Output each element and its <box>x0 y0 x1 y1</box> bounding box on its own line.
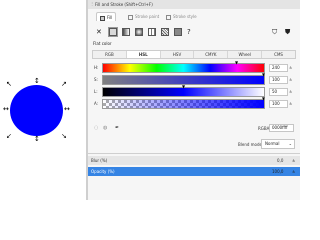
hue-value-field[interactable]: 240 <box>269 64 288 72</box>
drawing-canvas[interactable]: ↖ ↕ ↗ ↔ ↔ ↙ ↕ ↘ <box>0 0 86 200</box>
blend-mode-label: Blend mode: <box>238 142 264 147</box>
saturation-slider-row: S: ▼ 100 ± <box>92 73 296 86</box>
stroke-style-tab-icon <box>166 14 171 20</box>
opacity-label: Opacity (%) <box>91 169 115 174</box>
tab-fill[interactable]: Fill <box>96 12 117 21</box>
alpha-slider[interactable] <box>102 99 265 109</box>
selected-circle[interactable] <box>10 85 63 136</box>
alpha-slider-row: A: ▼ 100 ± <box>92 97 296 110</box>
saturation-label: S: <box>94 77 98 82</box>
flat-color-label: Flat color <box>93 41 112 46</box>
fill-rule-evenodd-icon[interactable]: ⛉ <box>272 29 277 36</box>
mesh-gradient-icon[interactable] <box>148 28 156 36</box>
paint-type-bar: ✕ ? ⛉ ⛊ <box>88 26 300 38</box>
lightness-slider-row: L: ▼ 50 ± <box>92 85 296 98</box>
tab-fill-label: Fill <box>107 15 113 20</box>
hue-slider-row: H: ▼ 240 ± <box>92 61 296 74</box>
scale-handle-top-right-icon[interactable]: ↗ <box>61 81 67 88</box>
blur-value[interactable]: 0,0 <box>277 156 283 165</box>
dialog-title: Fill and Stroke (Shift+Ctrl+F) <box>88 0 300 9</box>
mode-cms[interactable]: CMS <box>262 51 295 58</box>
alpha-marker-icon[interactable]: ▼ <box>262 97 265 101</box>
pattern-icon[interactable] <box>161 28 169 36</box>
scale-handle-bottom-right-icon[interactable]: ↘ <box>61 133 67 140</box>
scale-handle-left-icon[interactable]: ↔ <box>3 106 9 113</box>
swatch-icon[interactable] <box>174 28 182 36</box>
mode-rgb[interactable]: RGB <box>93 51 127 58</box>
no-paint-icon[interactable]: ✕ <box>96 29 102 36</box>
lightness-value-field[interactable]: 50 <box>269 88 288 96</box>
opacity-value[interactable]: 100,0 <box>272 167 283 176</box>
flat-color-icon[interactable] <box>109 28 117 36</box>
saturation-stepper-icon[interactable]: ± <box>289 77 292 82</box>
lightness-label: L: <box>94 89 98 94</box>
scale-handle-bottom-icon[interactable]: ↕ <box>34 136 40 143</box>
tab-stroke-paint-label: Stroke paint <box>135 14 160 19</box>
scale-handle-right-icon[interactable]: ↔ <box>64 106 70 113</box>
alpha-stepper-icon[interactable]: ± <box>289 101 292 106</box>
fill-rule-nonzero-icon[interactable]: ⛊ <box>285 29 290 36</box>
saturation-value-field[interactable]: 100 <box>269 76 288 84</box>
eyedropper-icon[interactable]: ✒ <box>115 125 119 131</box>
opacity-stepper-icon[interactable]: ± <box>292 167 295 176</box>
tab-stroke-style[interactable]: Stroke style <box>166 12 197 21</box>
scale-handle-top-icon[interactable]: ↕ <box>34 78 40 85</box>
blend-mode-value: Normal <box>265 141 280 146</box>
fill-tab-icon <box>100 15 105 21</box>
drag-grip-icon[interactable]: ⋮ <box>90 2 94 6</box>
mode-hsv[interactable]: HSV <box>161 51 195 58</box>
mode-wheel[interactable]: Wheel <box>228 51 263 58</box>
blur-stepper-icon[interactable]: ± <box>292 156 295 165</box>
mode-hsl[interactable]: HSL <box>126 51 161 58</box>
scale-handle-bottom-left-icon[interactable]: ↙ <box>6 133 12 140</box>
hue-stepper-icon[interactable]: ± <box>289 65 292 70</box>
dropdown-chevron-icon: ⌄ <box>288 141 292 146</box>
tab-stroke-style-label: Stroke style <box>173 14 197 19</box>
tab-bar: Fill Stroke paint Stroke style <box>88 10 300 22</box>
unset-paint-icon[interactable]: ? <box>187 29 191 36</box>
alpha-value-field[interactable]: 100 <box>269 100 288 108</box>
hue-label: H: <box>94 65 99 70</box>
lightness-marker-icon[interactable]: ▼ <box>182 85 185 89</box>
out-of-gamut-icon[interactable]: ◍ <box>103 125 107 131</box>
blur-label: Blur (%) <box>91 158 108 163</box>
lightness-stepper-icon[interactable]: ± <box>289 89 292 94</box>
alpha-label: A: <box>94 101 99 106</box>
blend-mode-select[interactable]: Normal ⌄ <box>261 139 295 149</box>
mode-cmyk[interactable]: CMYK <box>194 51 229 58</box>
fill-and-stroke-panel: Fill and Stroke (Shift+Ctrl+F) ⋮ Fill St… <box>88 0 300 200</box>
radial-gradient-icon[interactable] <box>135 28 143 36</box>
stroke-paint-tab-icon <box>128 14 133 20</box>
color-tools: ◌ ◍ ✒ <box>94 125 119 131</box>
color-mode-tabs: RGB HSL HSV CMYK Wheel CMS <box>92 50 296 59</box>
opacity-slider[interactable]: Opacity (%) 100,0 ± <box>88 167 300 176</box>
rgba-input[interactable]: 0000ffff <box>269 124 294 132</box>
linear-gradient-icon[interactable] <box>122 28 130 36</box>
section-divider <box>88 153 300 154</box>
hue-slider[interactable] <box>102 63 265 73</box>
saturation-marker-icon[interactable]: ▼ <box>262 73 265 77</box>
scale-handle-top-left-icon[interactable]: ↖ <box>6 81 12 88</box>
inkscape-window: ↖ ↕ ↗ ↔ ↔ ↙ ↕ ↘ Fill and Stroke (Shift+C… <box>0 0 300 200</box>
hue-marker-icon[interactable]: ▼ <box>235 61 238 65</box>
tab-stroke-paint[interactable]: Stroke paint <box>128 12 159 21</box>
blur-slider[interactable]: Blur (%) 0,0 ± <box>88 156 300 165</box>
color-managed-icon[interactable]: ◌ <box>94 125 98 131</box>
